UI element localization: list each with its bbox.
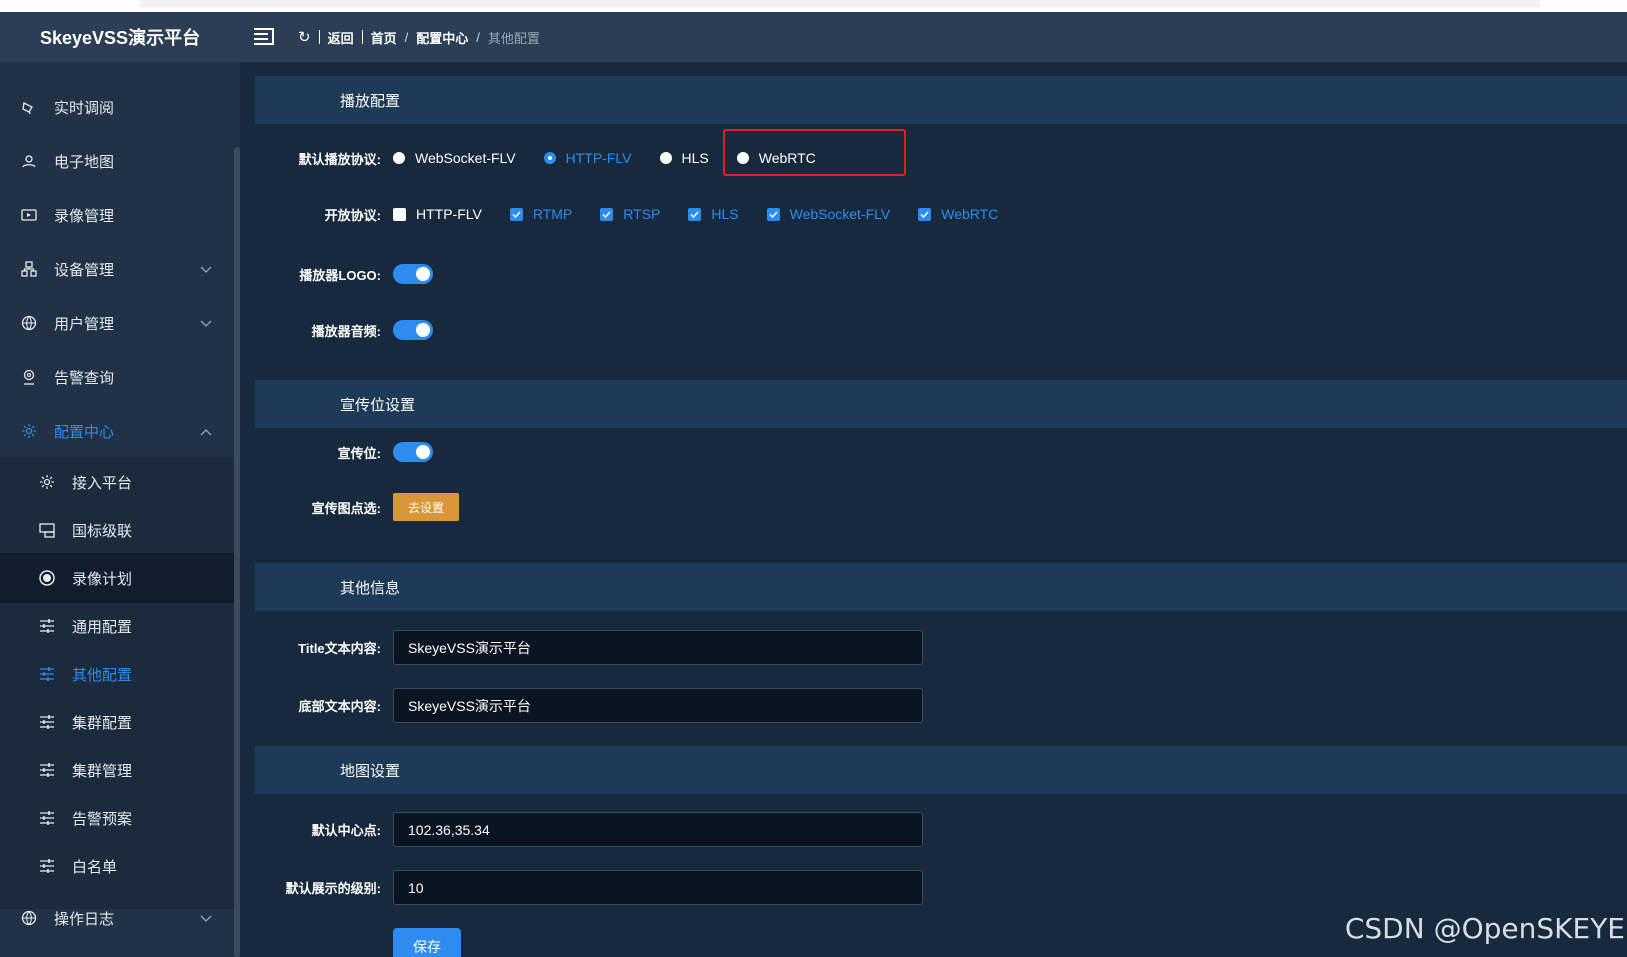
globe-icon [20, 909, 38, 927]
refresh-icon[interactable]: ↻ [298, 28, 311, 46]
map-center-row: 默认中心点: [240, 812, 923, 847]
player-audio-switch[interactable] [393, 320, 433, 340]
main-content: 播放配置 默认播放协议: WebSocket-FLV HTTP-FLV HLS … [240, 62, 1627, 957]
cascade-icon [38, 521, 56, 539]
sidebar-subitem-access-platform[interactable]: 接入平台 [0, 457, 234, 507]
gear-icon [20, 422, 38, 440]
title-text-row: Title文本内容: [240, 630, 923, 665]
sidebar: 实时调阅 电子地图 录像管理 设备管理 用户管理 告警查询 配置中心 接入平台 … [0, 62, 240, 957]
checkbox-hls[interactable]: HLS [688, 206, 739, 222]
sidebar-item-operation-log[interactable]: 操作日志 [0, 890, 234, 946]
sliders-icon [38, 761, 56, 779]
app-title: SkeyeVSS演示平台 [40, 28, 201, 48]
open-protocols-row: 开放协议: HTTP-FLV RTMP RTSP HLS WebSocket-F… [324, 206, 999, 223]
radio-hls[interactable]: HLS [659, 150, 709, 166]
record-icon [38, 569, 56, 587]
annotation-highlight-box [723, 129, 906, 176]
map-zoom-row: 默认展示的级别: [240, 870, 923, 905]
sidebar-subitem-alarm-plan[interactable]: 告警预案 [0, 793, 234, 843]
top-header: SkeyeVSS演示平台 ↻ 返回 首页 / 配置中心 / 其他配置 [0, 12, 1627, 62]
watermark: CSDN @OpenSKEYE [1344, 912, 1625, 945]
menu-toggle-icon[interactable] [254, 28, 274, 46]
save-row: 保存 [240, 928, 461, 957]
footer-text-row: 底部文本内容: [240, 688, 923, 723]
video-icon [20, 206, 38, 224]
promo-setup-button[interactable]: 去设置 [393, 493, 459, 521]
breadcrumb-current: 其他配置 [487, 30, 540, 46]
breadcrumb: ↻ 返回 首页 / 配置中心 / 其他配置 [298, 28, 540, 47]
sliders-icon [38, 857, 56, 875]
section-playback-title: 播放配置 [255, 76, 1627, 124]
promo-enable-switch[interactable] [393, 442, 433, 462]
sidebar-subitem-cluster-config[interactable]: 集群配置 [0, 697, 234, 747]
chevron-up-icon [200, 423, 212, 440]
chevron-down-icon [200, 910, 212, 927]
player-audio-row: 播放器音频: [240, 320, 433, 340]
chevron-down-icon [200, 261, 212, 278]
sidebar-item-recording[interactable]: 录像管理 [0, 187, 234, 243]
sliders-icon [38, 713, 56, 731]
sidebar-subitem-other-config[interactable]: 其他配置 [0, 649, 234, 699]
checkbox-rtsp[interactable]: RTSP [600, 206, 660, 222]
device-tree-icon [20, 260, 38, 278]
section-promo-title: 宣传位设置 [255, 380, 1627, 428]
breadcrumb-home[interactable]: 首页 [371, 28, 397, 47]
sliders-icon [38, 809, 56, 827]
promo-image-row: 宣传图点选: 去设置 [240, 493, 459, 521]
map-pin-icon [20, 152, 38, 170]
map-center-input[interactable] [393, 812, 923, 847]
globe-icon [20, 314, 38, 332]
sidebar-subitem-general-config[interactable]: 通用配置 [0, 601, 234, 651]
camera-icon [20, 98, 38, 116]
radio-http-flv[interactable]: HTTP-FLV [543, 150, 632, 166]
browser-top-strip [0, 0, 1627, 12]
sidebar-item-live-view[interactable]: 实时调阅 [0, 79, 234, 135]
sidebar-item-devices[interactable]: 设备管理 [0, 241, 234, 297]
sidebar-item-config-center[interactable]: 配置中心 [0, 403, 234, 459]
breadcrumb-back[interactable]: 返回 [328, 28, 354, 47]
checkbox-websocket-flv[interactable]: WebSocket-FLV [766, 206, 890, 222]
section-map-title: 地图设置 [255, 746, 1627, 794]
sidebar-subitem-record-plan[interactable]: 录像计划 [0, 553, 234, 603]
sidebar-item-users[interactable]: 用户管理 [0, 295, 234, 351]
radio-websocket-flv[interactable]: WebSocket-FLV [393, 150, 516, 166]
section-other-title: 其他信息 [255, 563, 1627, 611]
player-logo-row: 播放器LOGO: [240, 264, 433, 284]
map-zoom-input[interactable] [393, 870, 923, 905]
sliders-icon [38, 665, 56, 683]
promo-enable-row: 宣传位: [240, 442, 433, 462]
chevron-down-icon [200, 315, 212, 332]
sidebar-item-e-map[interactable]: 电子地图 [0, 133, 234, 189]
checkbox-http-flv[interactable]: HTTP-FLV [393, 206, 482, 222]
breadcrumb-parent[interactable]: 配置中心 [416, 28, 468, 47]
sidebar-subitem-cluster-manage[interactable]: 集群管理 [0, 745, 234, 795]
footer-text-input[interactable] [393, 688, 923, 723]
sidebar-subitem-whitelist[interactable]: 白名单 [0, 841, 234, 891]
checkbox-webrtc[interactable]: WebRTC [918, 206, 998, 222]
save-button[interactable]: 保存 [393, 928, 461, 957]
player-logo-switch[interactable] [393, 264, 433, 284]
gear-icon [38, 473, 56, 491]
checkbox-rtmp[interactable]: RTMP [509, 206, 572, 222]
sidebar-subitem-gb-cascade[interactable]: 国标级联 [0, 505, 234, 555]
sliders-icon [38, 617, 56, 635]
title-text-input[interactable] [393, 630, 923, 665]
alarm-icon [20, 368, 38, 386]
sidebar-item-alarms[interactable]: 告警查询 [0, 349, 234, 405]
